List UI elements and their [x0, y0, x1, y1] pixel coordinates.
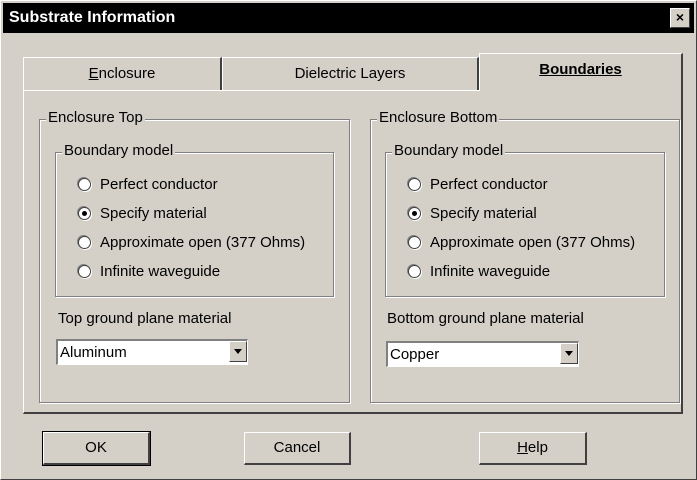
chevron-down-icon[interactable] — [560, 343, 578, 364]
tab-boundaries[interactable]: Boundaries — [479, 53, 683, 91]
bottom-radio-specify-material[interactable]: Specify material — [408, 203, 537, 223]
help-label: elp — [527, 439, 548, 456]
bottom-option-label: Perfect conductor — [430, 175, 548, 193]
bottom-option-label: Infinite waveguide — [430, 262, 551, 280]
top-radio-specify-material[interactable]: Specify material — [78, 203, 207, 223]
bottom-ground-plane-label: Bottom ground plane material — [387, 310, 584, 327]
cancel-button[interactable]: Cancel — [244, 432, 351, 465]
top-boundary-model-title: Boundary model — [62, 142, 176, 159]
help-button[interactable]: Help — [479, 432, 587, 465]
tab-dielectric-layers[interactable]: Dielectric Layers — [222, 57, 479, 91]
chevron-down-icon[interactable] — [229, 341, 247, 362]
radio-indicator — [408, 264, 421, 278]
radio-indicator — [78, 264, 91, 278]
top-option-label: Infinite waveguide — [100, 262, 221, 280]
close-button[interactable]: × — [670, 8, 690, 28]
top-option-label: Perfect conductor — [100, 175, 218, 193]
radio-indicator — [78, 177, 91, 191]
radio-indicator — [408, 177, 421, 191]
tab-boundaries-label: Boundaries — [539, 61, 622, 78]
top-ground-plane-select[interactable]: Aluminum — [56, 339, 248, 365]
tab-enclosure-label: nclosure — [98, 65, 156, 82]
tab-dielectric-layers-label: Dielectric Layers — [294, 65, 406, 82]
bottom-option-label: Approximate open (377 Ohms) — [430, 233, 636, 251]
top-ground-plane-value: Aluminum — [60, 344, 127, 361]
top-radio-perfect-conductor[interactable]: Perfect conductor — [78, 174, 218, 194]
bottom-radio-approximate-open[interactable]: Approximate open (377 Ohms) — [408, 232, 635, 252]
radio-indicator-checked — [78, 206, 91, 220]
bottom-boundary-model-title: Boundary model — [392, 142, 506, 159]
title-bar[interactable]: Substrate Information × — [3, 3, 694, 33]
top-ground-plane-label: Top ground plane material — [58, 310, 232, 327]
top-option-label: Specify material — [100, 204, 207, 222]
top-radio-infinite-waveguide[interactable]: Infinite waveguide — [78, 261, 220, 281]
window-title: Substrate Information — [9, 9, 176, 26]
bottom-ground-plane-select[interactable]: Copper — [386, 341, 579, 367]
top-radio-approximate-open[interactable]: Approximate open (377 Ohms) — [78, 232, 305, 252]
enclosure-bottom-title: Enclosure Bottom — [377, 109, 500, 126]
bottom-radio-infinite-waveguide[interactable]: Infinite waveguide — [408, 261, 550, 281]
radio-indicator — [78, 235, 91, 249]
top-option-label: Approximate open (377 Ohms) — [100, 233, 306, 251]
bottom-ground-plane-value: Copper — [390, 346, 440, 363]
tab-enclosure-mnemonic: E — [88, 65, 99, 82]
tab-enclosure[interactable]: Enclosure — [23, 57, 222, 91]
bottom-option-label: Specify material — [430, 204, 537, 222]
radio-indicator — [408, 235, 421, 249]
help-mnemonic: H — [517, 439, 528, 456]
bottom-radio-perfect-conductor[interactable]: Perfect conductor — [408, 174, 548, 194]
ok-button[interactable]: OK — [42, 431, 151, 466]
enclosure-top-title: Enclosure Top — [46, 109, 145, 126]
radio-indicator-checked — [408, 206, 421, 220]
substrate-dialog: Substrate Information × Enclosure Dielec… — [0, 0, 697, 480]
